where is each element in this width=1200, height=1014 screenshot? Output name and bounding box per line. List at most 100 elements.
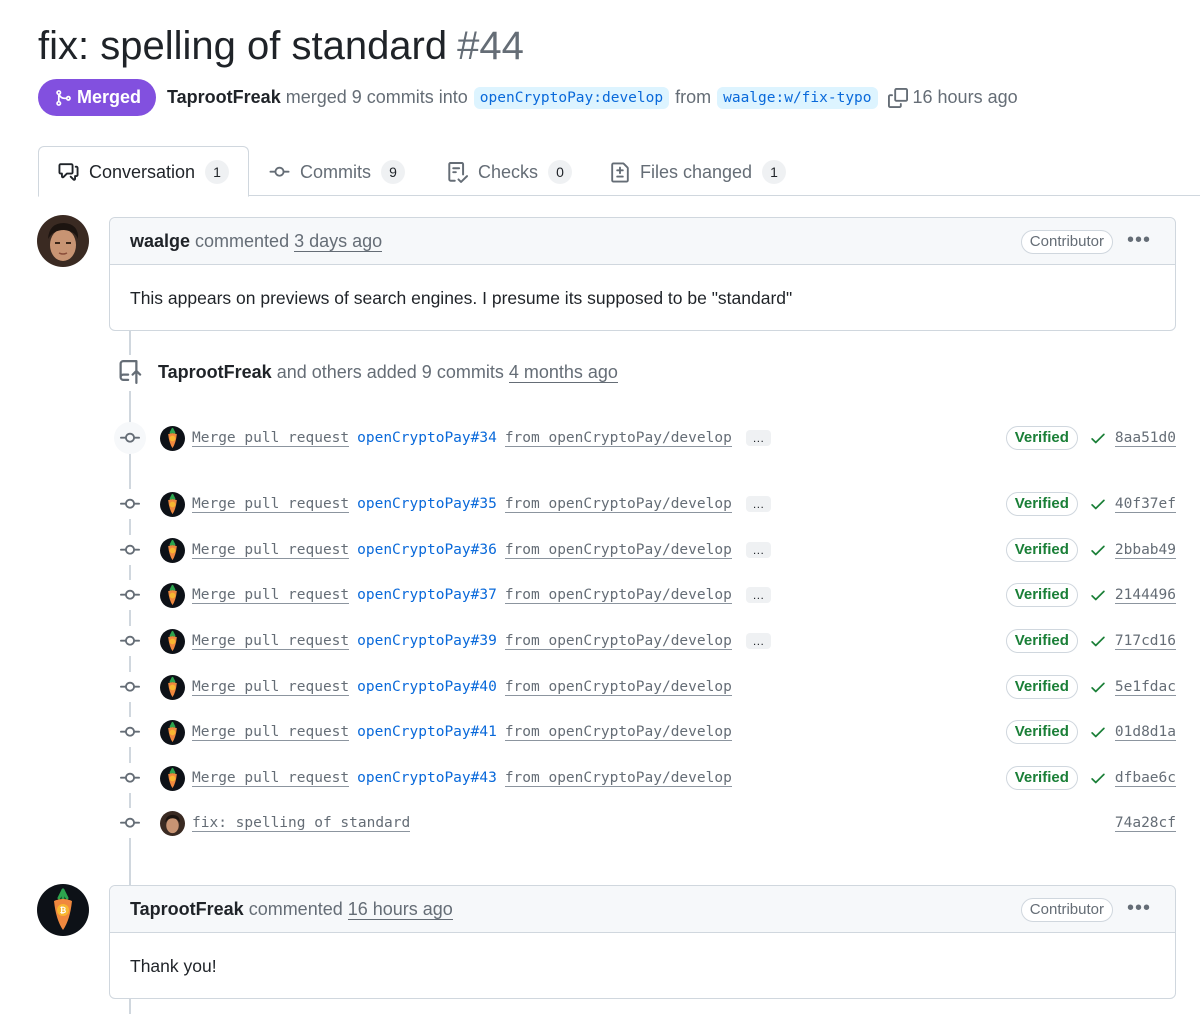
commit-author-avatar[interactable]	[160, 719, 185, 745]
pr-title-text: fix: spelling of standard	[38, 24, 448, 68]
expand-commit-button[interactable]: …	[745, 587, 771, 603]
comment-author[interactable]: waalge	[130, 231, 190, 252]
commit-meta: Verified 717cd16	[1005, 629, 1176, 653]
comment-time[interactable]: 3 days ago	[294, 231, 383, 252]
commit-author-avatar[interactable]	[160, 765, 185, 791]
verified-badge[interactable]: Verified	[1005, 583, 1078, 607]
commit-message-suffix[interactable]: from openCryptoPay/develop	[504, 679, 732, 696]
tab-files-changed[interactable]: Files changed 1	[610, 160, 787, 184]
commit-pr-link[interactable]: openCryptoPay#35	[357, 496, 497, 512]
commit-author-avatar[interactable]	[160, 628, 185, 654]
timeline-line	[129, 998, 131, 1014]
commit-message-suffix[interactable]: from openCryptoPay/develop	[504, 430, 732, 447]
kebab-horizontal-icon[interactable]: •••	[1127, 896, 1151, 920]
commit-message-suffix[interactable]: from openCryptoPay/develop	[504, 633, 732, 650]
head-branch-label[interactable]: waalge:w/fix-typo	[717, 86, 878, 109]
check-icon[interactable]	[1089, 541, 1107, 559]
expand-commit-button[interactable]: …	[745, 430, 771, 446]
tab-conversation[interactable]: Conversation 1	[58, 160, 230, 184]
verified-badge[interactable]: Verified	[1005, 720, 1078, 744]
verified-badge[interactable]: Verified	[1005, 675, 1078, 699]
comment-author[interactable]: TaprootFreak	[130, 899, 244, 920]
commit-message[interactable]: Merge pull request	[192, 496, 350, 513]
expand-commit-button[interactable]: …	[745, 633, 771, 649]
contributor-badge: Contributor	[1020, 230, 1113, 254]
avatar-waalge[interactable]	[37, 215, 89, 267]
base-branch-label[interactable]: openCryptoPay:develop	[473, 86, 670, 109]
commit-pr-link[interactable]: openCryptoPay#36	[357, 542, 497, 558]
commit-sha[interactable]: 40f37ef	[1114, 496, 1176, 513]
verified-badge[interactable]: Verified	[1005, 492, 1078, 516]
commit-message-suffix[interactable]: from openCryptoPay/develop	[504, 770, 732, 787]
commit-message[interactable]: Merge pull request	[192, 679, 350, 696]
commit-sha[interactable]: 2144496	[1114, 587, 1176, 604]
commit-sha[interactable]: 01d8d1a	[1114, 724, 1176, 741]
git-commit-icon	[269, 166, 290, 177]
commit-pr-link[interactable]: openCryptoPay#39	[357, 633, 497, 649]
commit-message-suffix[interactable]: from openCryptoPay/develop	[504, 587, 732, 604]
commit-author-avatar[interactable]	[160, 491, 185, 517]
commit-message-suffix[interactable]: from openCryptoPay/develop	[504, 496, 732, 513]
expand-commit-button[interactable]: …	[745, 542, 771, 558]
commit-sha[interactable]: 5e1fdac	[1114, 679, 1176, 696]
commit-sha[interactable]: dfbae6c	[1114, 770, 1176, 787]
commit-author-avatar[interactable]	[160, 425, 185, 451]
check-icon[interactable]	[1089, 769, 1107, 787]
commit-pr-link[interactable]: openCryptoPay#37	[357, 587, 497, 603]
comment-box-waalge: waalge commented 3 days ago Contributor …	[109, 217, 1176, 331]
comment-time[interactable]: 16 hours ago	[347, 899, 453, 920]
verified-badge[interactable]: Verified	[1005, 426, 1078, 450]
commit-message[interactable]: Merge pull request	[192, 542, 350, 559]
commit-author-avatar[interactable]	[160, 537, 185, 563]
commit-message-suffix[interactable]: from openCryptoPay/develop	[504, 542, 732, 559]
commit-message[interactable]: Merge pull request	[192, 633, 350, 650]
comment-action: commented	[248, 898, 343, 919]
git-commit-icon	[114, 422, 146, 454]
commit-sha[interactable]: 717cd16	[1114, 633, 1176, 650]
commit-message[interactable]: fix: spelling of standard	[192, 815, 411, 832]
tab-checks-label: Checks	[478, 161, 539, 182]
copy-icon[interactable]	[887, 87, 908, 108]
git-commit-icon	[114, 763, 146, 793]
avatar-taprootfreak[interactable]: ₿	[37, 884, 89, 936]
commit-pr-link[interactable]: openCryptoPay#41	[357, 724, 497, 740]
commit-pr-link[interactable]: openCryptoPay#34	[357, 430, 497, 446]
commit-message[interactable]: Merge pull request	[192, 770, 350, 787]
tab-checks[interactable]: Checks 0	[447, 160, 573, 184]
commit-message-suffix[interactable]: from openCryptoPay/develop	[504, 724, 732, 741]
expand-commit-button[interactable]: …	[745, 496, 771, 512]
kebab-horizontal-icon[interactable]: •••	[1127, 228, 1151, 252]
commits-event-author[interactable]: TaprootFreak	[158, 362, 272, 383]
check-icon[interactable]	[1089, 678, 1107, 696]
check-icon[interactable]	[1089, 723, 1107, 741]
commits-event-time[interactable]: 4 months ago	[508, 362, 618, 383]
git-commit-icon	[114, 489, 146, 519]
commit-author-avatar[interactable]	[160, 810, 185, 836]
tab-files-changed-count: 1	[762, 160, 787, 184]
commit-meta: Verified 2144496	[1005, 583, 1176, 607]
commit-pr-link[interactable]: openCryptoPay#40	[357, 679, 497, 695]
commit-sha[interactable]: 2bbab49	[1114, 542, 1176, 559]
pr-title: fix: spelling of standard #44	[38, 22, 524, 70]
merged-by-user[interactable]: TaprootFreak	[167, 87, 281, 108]
check-icon[interactable]	[1089, 586, 1107, 604]
commit-sha[interactable]: 74a28cf	[1114, 815, 1176, 832]
verified-badge[interactable]: Verified	[1005, 766, 1078, 790]
commit-author-avatar[interactable]	[160, 674, 185, 700]
tab-commits[interactable]: Commits 9	[269, 160, 405, 184]
commit-author-avatar[interactable]	[160, 582, 185, 608]
check-icon[interactable]	[1089, 495, 1107, 513]
commit-message[interactable]: Merge pull request	[192, 587, 350, 604]
commit-pr-link[interactable]: openCryptoPay#43	[357, 770, 497, 786]
check-icon[interactable]	[1089, 429, 1107, 447]
check-icon[interactable]	[1089, 632, 1107, 650]
commit-meta: Verified 5e1fdac	[1005, 675, 1176, 699]
commit-message[interactable]: Merge pull request	[192, 430, 350, 447]
commit-sha[interactable]: 8aa51d0	[1114, 430, 1176, 447]
verified-badge[interactable]: Verified	[1005, 629, 1078, 653]
commit-row: Merge pull request openCryptoPay#43 from o…	[114, 763, 1176, 793]
tab-checks-count: 0	[548, 160, 573, 184]
tab-conversation-label: Conversation	[89, 161, 196, 182]
commit-message[interactable]: Merge pull request	[192, 724, 350, 741]
verified-badge[interactable]: Verified	[1005, 538, 1078, 562]
